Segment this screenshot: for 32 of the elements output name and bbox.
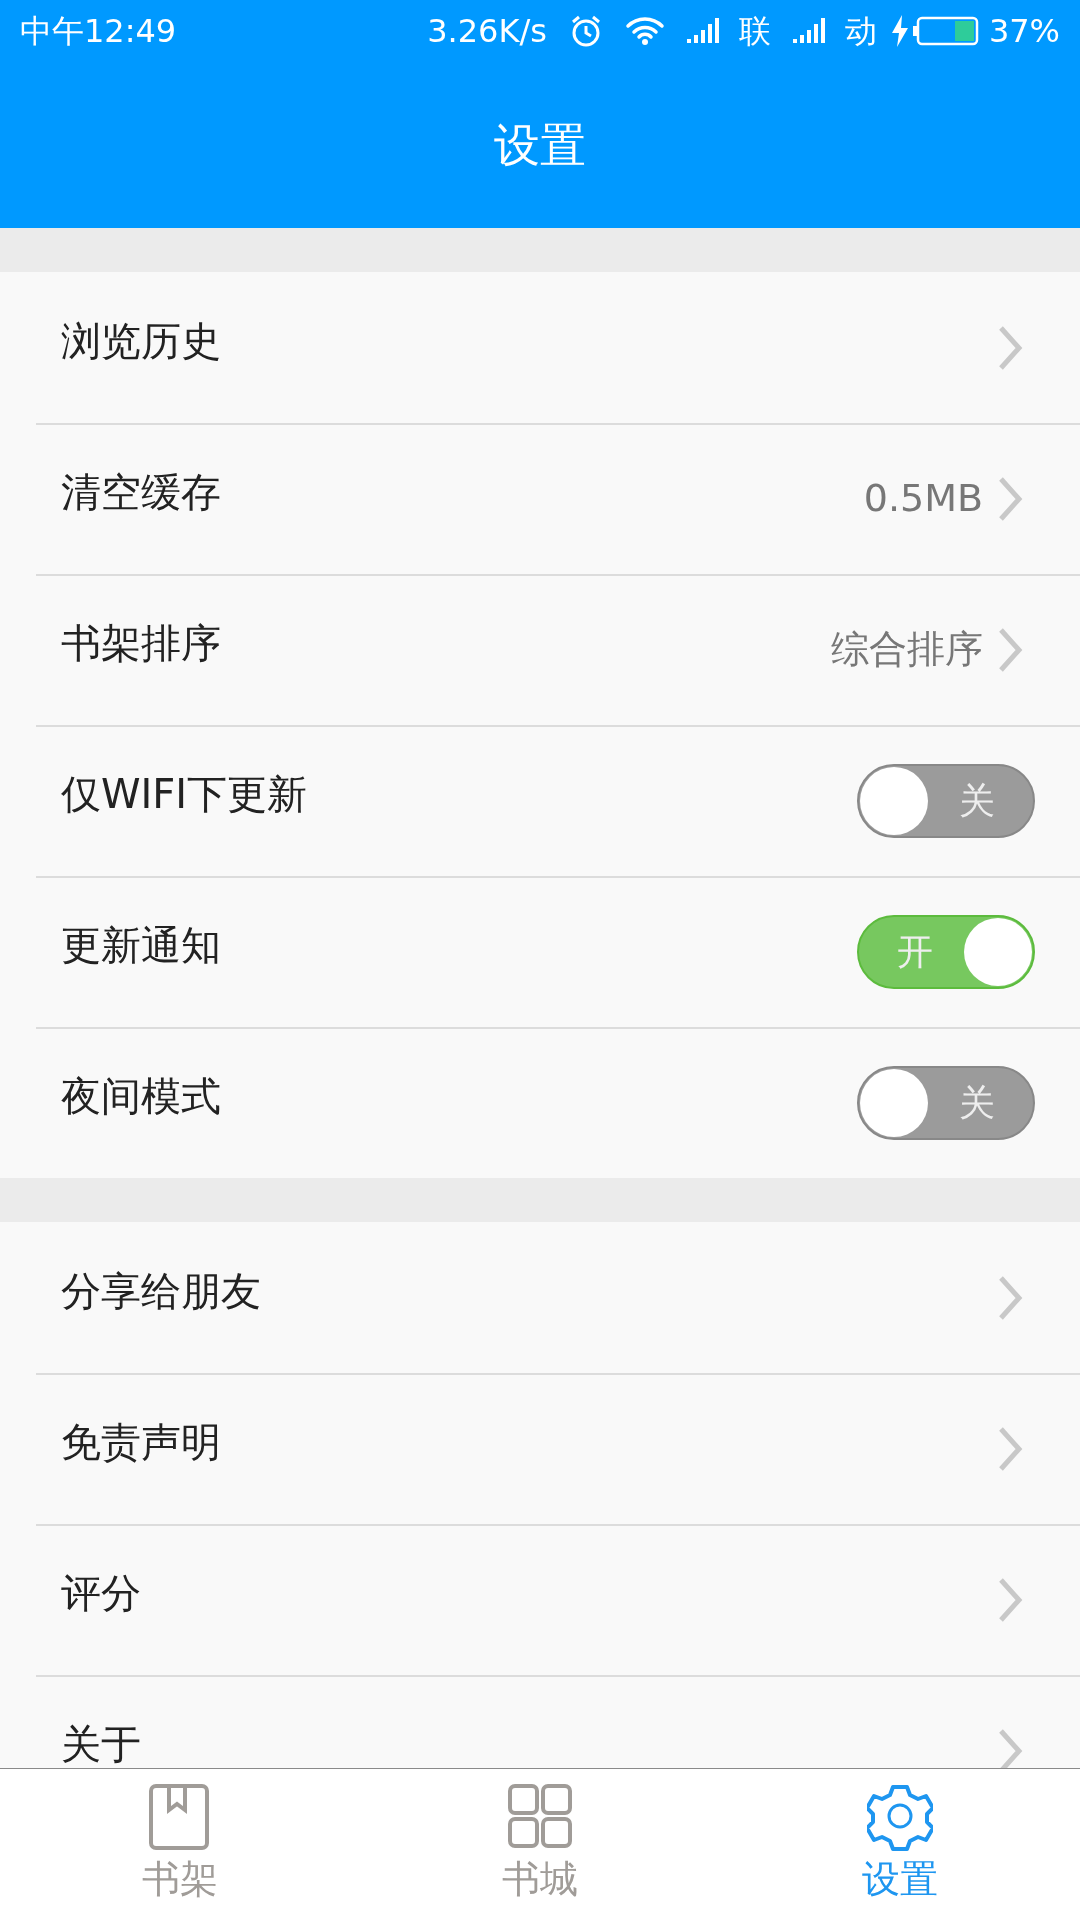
page-title: 设置: [494, 116, 586, 174]
row-label: 免责声明: [61, 1419, 222, 1464]
network-speed: 3.26K/s: [427, 11, 547, 52]
signal-icon: [792, 17, 827, 45]
row-label: 关于: [61, 1721, 142, 1766]
row-label: 更新通知: [61, 922, 222, 967]
clock-time: 中午12:49: [20, 11, 177, 52]
row-label: 分享给朋友: [61, 1268, 262, 1313]
row-value: 0.5MB: [863, 475, 983, 522]
row-label: 仅WIFI下更新: [61, 771, 309, 816]
charging-icon: [890, 15, 909, 47]
settings-icon: [867, 1783, 933, 1851]
chevron-right-icon: [997, 626, 1023, 673]
row-value: 综合排序: [831, 626, 983, 673]
carrier-label: 联: [738, 11, 771, 52]
carrier-label: 动: [844, 11, 877, 52]
signal-icon: [686, 17, 721, 45]
chevron-right-icon: [997, 1274, 1023, 1321]
chevron-right-icon: [997, 1425, 1023, 1472]
chevron-right-icon: [997, 324, 1023, 371]
chevron-right-icon: [997, 1727, 1023, 1768]
chevron-right-icon: [997, 1576, 1023, 1623]
row-label: 书架排序: [61, 620, 222, 665]
row-label: 清空缓存: [61, 469, 222, 514]
wifi-icon: [624, 16, 665, 46]
row-label: 评分: [61, 1570, 142, 1615]
row-label: 夜间模式: [61, 1073, 222, 1118]
chevron-right-icon: [997, 475, 1023, 522]
row-label: 浏览历史: [61, 318, 222, 363]
battery-percentage: 37%: [988, 11, 1060, 52]
battery-icon: [912, 16, 979, 46]
grid-icon: [507, 1783, 573, 1851]
